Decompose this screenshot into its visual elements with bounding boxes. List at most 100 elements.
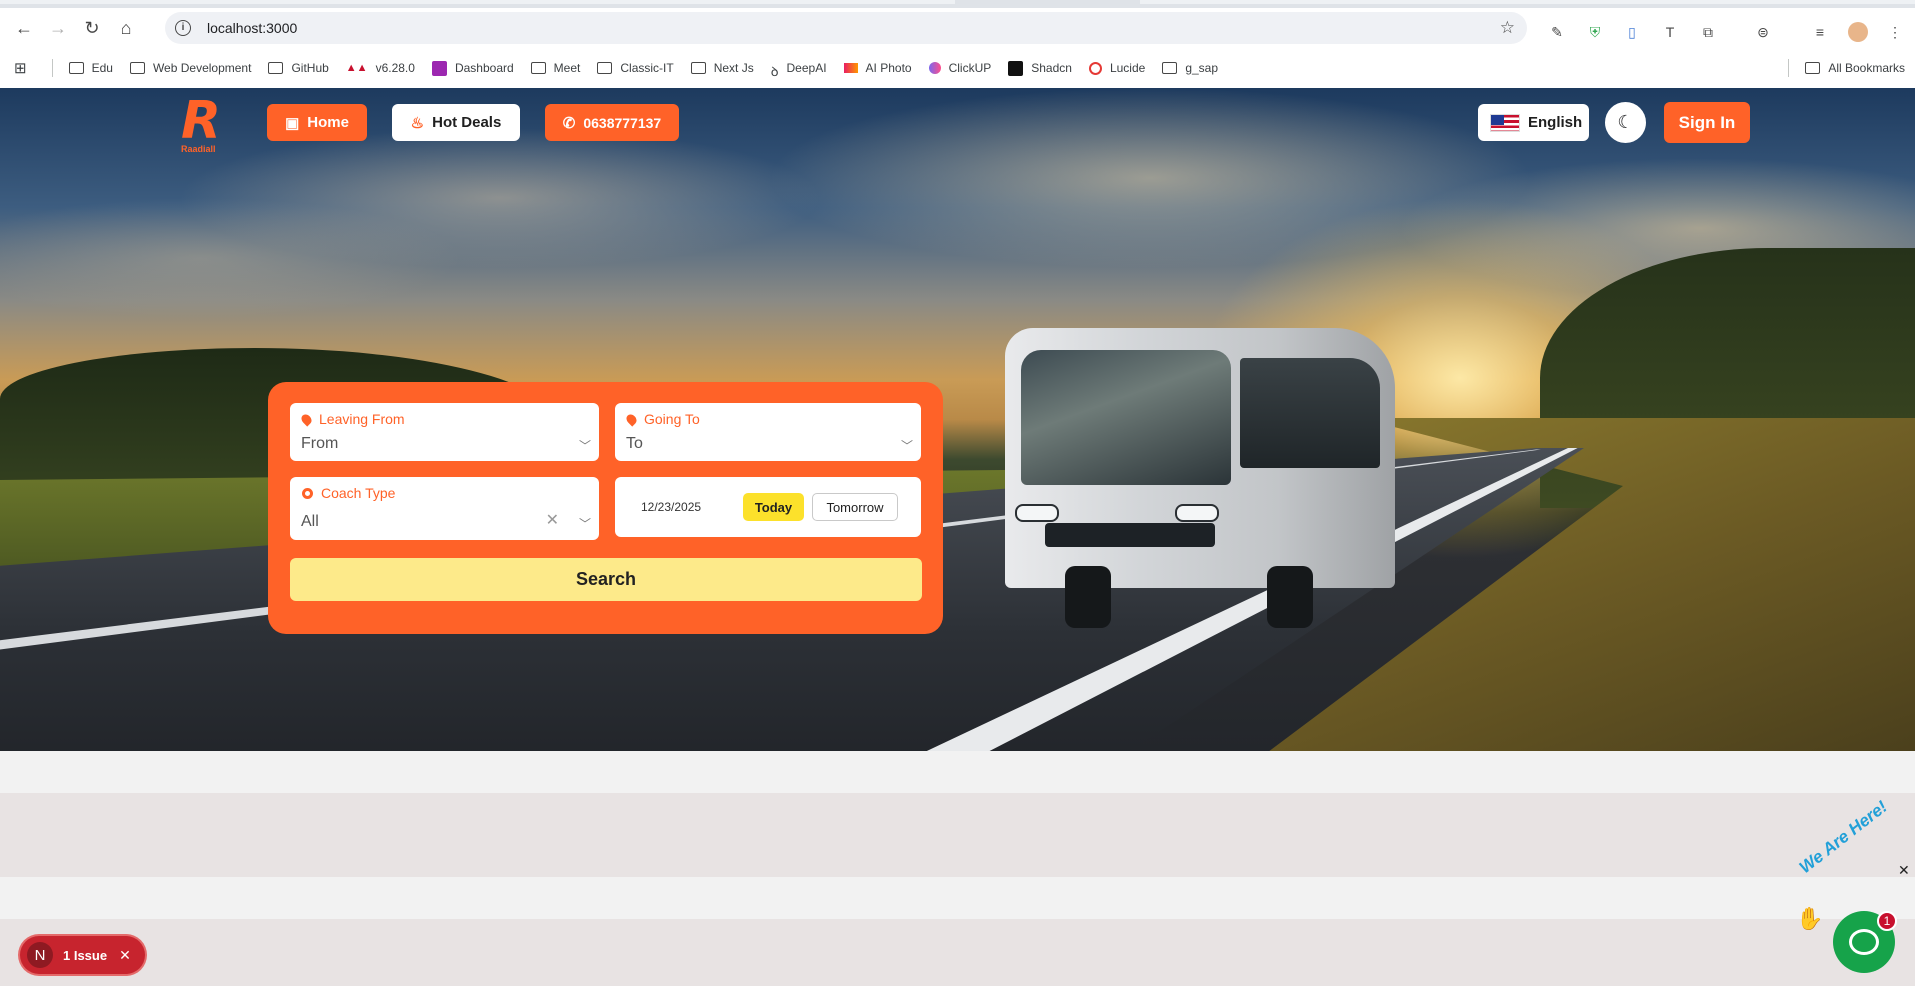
folder-icon (530, 62, 546, 74)
nextjs-issue-badge[interactable]: N 1 Issue ✕ (20, 936, 145, 974)
profile-avatar-icon[interactable] (1848, 22, 1868, 42)
bookmark-dashboard[interactable]: Dashboard (431, 60, 514, 76)
chat-close-icon[interactable]: ✕ (1898, 862, 1910, 879)
chevron-down-icon[interactable]: ﹀ (579, 515, 591, 532)
bookmark-clickup[interactable]: ClickUP (928, 61, 991, 75)
phone-button[interactable]: ✆ 0638777137 (545, 104, 679, 141)
bookmark-g-sap[interactable]: g_sap (1162, 61, 1218, 75)
logo-mark: R (181, 91, 222, 151)
coach-type-label: Coach Type (321, 485, 396, 501)
clear-icon[interactable]: ✕ (546, 510, 559, 530)
bookmark-edu[interactable]: Edu (68, 61, 113, 75)
text-extension-icon[interactable]: T (1660, 22, 1680, 42)
bookmark-meet[interactable]: Meet (530, 61, 581, 75)
reload-icon[interactable]: ↻ (78, 14, 106, 42)
bookmark-ai-photo[interactable]: AI Photo (843, 61, 912, 75)
going-to-select[interactable]: Going To To ﹀ (615, 403, 921, 461)
folder-icon (68, 62, 84, 74)
bookmark-star-icon[interactable]: ☆ (1500, 18, 1515, 38)
content-band (0, 751, 1915, 793)
site-icon (843, 63, 858, 73)
bookmark-label: Next Js (713, 61, 754, 75)
content-band (0, 793, 1915, 877)
coach-type-value: All (301, 513, 319, 530)
back-icon[interactable]: ← (10, 14, 38, 42)
bookmark-deepai[interactable]: ꝺ DeepAI (770, 61, 827, 79)
chevron-down-icon[interactable]: ﹀ (901, 437, 913, 454)
chat-widget-button[interactable]: 1 (1833, 911, 1897, 973)
close-icon[interactable]: ✕ (119, 947, 131, 964)
shield-extension-icon[interactable]: ⛨ (1585, 22, 1605, 42)
folder-icon (268, 62, 284, 74)
search-button[interactable]: Search (290, 558, 922, 601)
site-info-icon[interactable]: i (175, 20, 191, 36)
today-button[interactable]: Today (743, 493, 804, 521)
map-pin-icon (299, 411, 314, 427)
site-logo[interactable]: R Raadiall (181, 91, 227, 156)
bus-wheel-front (1065, 566, 1111, 628)
bookmarks-divider (51, 59, 53, 77)
bookmark-github[interactable]: GitHub (268, 61, 329, 75)
chat-bubble-icon (1849, 929, 1879, 955)
leaving-from-label-row: Leaving From (299, 411, 405, 427)
bookmark-label: Dashboard (454, 61, 514, 75)
folder-icon (597, 62, 613, 74)
bookmark-classic-it[interactable]: Classic-IT (597, 61, 674, 75)
language-label: English (1528, 114, 1583, 131)
site-icon (431, 60, 447, 76)
tab-strip (0, 0, 1915, 8)
bus-side-windows (1240, 358, 1380, 468)
bus-grille (1045, 523, 1215, 547)
extensions-puzzle-icon[interactable]: ⧉ (1698, 22, 1718, 42)
bookmark-label: Edu (91, 61, 113, 75)
us-flag-icon (1490, 113, 1520, 132)
url-text[interactable]: localhost:3000 (207, 20, 297, 36)
bookmarks-divider (1788, 59, 1790, 77)
media-control-icon[interactable]: ≡ (1810, 22, 1830, 42)
sign-in-button[interactable]: Sign In (1664, 102, 1750, 143)
all-bookmarks[interactable]: All Bookmarks (1805, 61, 1905, 75)
hot-deals-label: Hot Deals (432, 114, 502, 131)
tomorrow-button[interactable]: Tomorrow (812, 493, 898, 521)
hot-deals-button[interactable]: ♨ Hot Deals (392, 104, 520, 141)
tab-strip-left (0, 0, 955, 4)
bookmark-label: g_sap (1185, 61, 1219, 75)
eyedropper-extension-icon[interactable]: ✎ (1547, 22, 1567, 42)
browser-menu-icon[interactable]: ⋮ (1885, 22, 1905, 42)
incognito-icon[interactable]: ⊜ (1753, 22, 1773, 42)
bus-icon: ▣ (285, 114, 300, 132)
bookmark-v6280[interactable]: ▲▲ v6.28.0 (346, 61, 415, 75)
site-icon: ꝺ (770, 64, 779, 79)
chevron-down-icon[interactable]: ﹀ (579, 437, 591, 454)
phone-number: 0638777137 (583, 114, 662, 131)
moon-icon[interactable]: ☾ (1605, 102, 1646, 143)
bookmark-shadcn[interactable]: Shadcn (1008, 60, 1072, 76)
bookmark-label: Meet (553, 61, 581, 75)
home-button-label: Home (307, 114, 349, 131)
bookmark-label: Lucide (1109, 61, 1146, 75)
apps-grid-icon[interactable]: ⊞ (14, 59, 27, 77)
bookmark-web-development[interactable]: Web Development (129, 61, 252, 75)
bookmark-label: v6.28.0 (375, 61, 415, 75)
bookmark-lucide[interactable]: Lucide (1088, 61, 1146, 75)
home-button[interactable]: ▣ Home (267, 104, 367, 141)
device-extension-icon[interactable]: ▯ (1622, 22, 1642, 42)
forward-icon[interactable]: → (44, 14, 72, 42)
all-bookmarks-label: All Bookmarks (1828, 61, 1905, 75)
bookmarks-bar: ⊞ Edu Web Development GitHub ▲▲ v6.28.0 D… (0, 48, 1915, 88)
bus-wheel-rear (1267, 566, 1313, 628)
language-selector[interactable]: English (1478, 104, 1589, 141)
leaving-from-label: Leaving From (319, 411, 405, 427)
coach-type-select[interactable]: Coach Type All ✕ ﹀ (290, 477, 599, 540)
phone-icon: ✆ (562, 114, 576, 132)
home-icon[interactable]: ⌂ (112, 14, 140, 42)
folder-icon (1805, 62, 1821, 74)
date-input[interactable]: 12/23/2025 (641, 500, 701, 514)
leaving-from-select[interactable]: Leaving From From ﹀ (290, 403, 599, 461)
address-bar[interactable]: i localhost:3000 ☆ (165, 12, 1527, 44)
fire-icon: ♨ (410, 114, 425, 132)
bus-windshield (1021, 350, 1231, 485)
going-to-value: To (626, 435, 643, 452)
bookmark-next-js[interactable]: Next Js (690, 61, 754, 75)
bookmark-label: Web Development (152, 61, 252, 75)
